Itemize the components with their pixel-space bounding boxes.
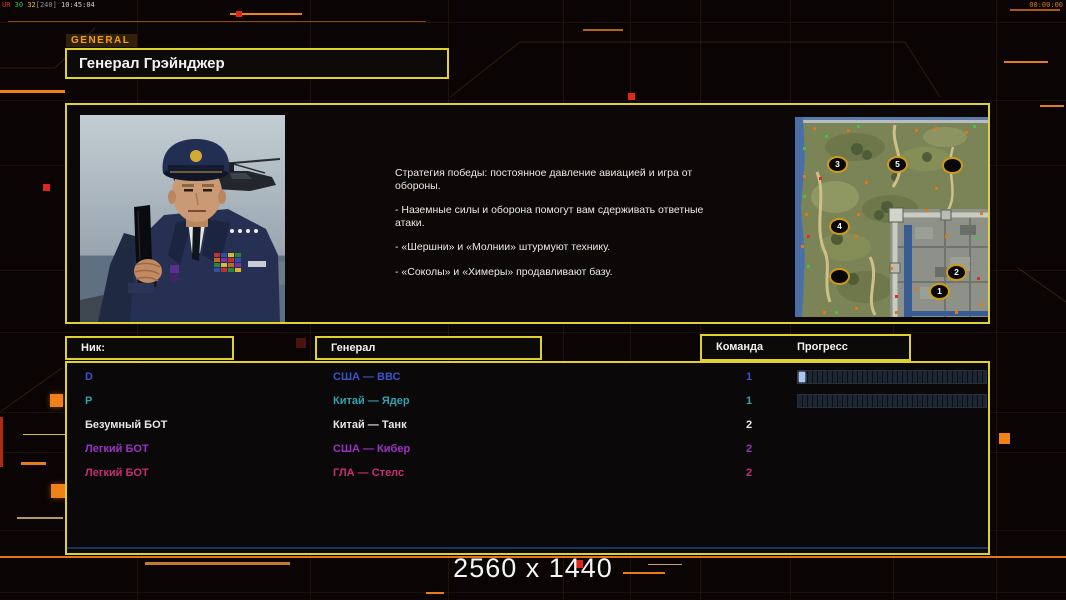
nick-header-label: Ник: <box>81 342 105 354</box>
load-progress-fill <box>799 372 805 382</box>
deco-square <box>43 184 50 191</box>
start-position-marker: 5 <box>887 156 908 173</box>
accent-line <box>0 90 65 93</box>
table-row: Легкий БОТ США — Кибер 2 <box>67 438 988 462</box>
accent-line <box>1004 61 1048 63</box>
minimap-terrain <box>795 117 988 317</box>
player-general: Китай — Танк <box>333 419 407 431</box>
accent-line <box>21 462 46 465</box>
accent-line <box>0 417 3 467</box>
player-team: 2 <box>745 419 753 431</box>
perf-time: 10:45:04 <box>61 1 95 9</box>
deco-square <box>296 338 306 348</box>
load-progress-bar <box>797 394 987 408</box>
player-list: D США — ВВС 1 P Китай — Ядер 1 Безумный БОТ Кит… <box>65 361 990 555</box>
player-general: США — ВВС <box>333 371 401 383</box>
player-nick: Легкий БОТ <box>85 443 149 455</box>
player-team: 2 <box>745 443 753 455</box>
player-team: 1 <box>745 395 753 407</box>
player-nick: Безумный БОТ <box>85 419 168 431</box>
table-row: P Китай — Ядер 1 <box>67 390 988 414</box>
column-header-team-progress: Команда Прогресс <box>700 334 911 361</box>
perf-limit: [240] <box>35 1 57 9</box>
column-header-general: Генерал <box>315 336 542 360</box>
deco-square <box>51 484 65 498</box>
start-position-marker: 2 <box>946 264 967 281</box>
performance-overlay: UR 30 32[240] 10:45:04 <box>2 1 95 9</box>
table-row: D США — ВВС 1 <box>67 366 988 390</box>
start-position-marker: 1 <box>929 283 950 300</box>
team-header-label: Команда <box>716 341 764 353</box>
progress-header-label: Прогресс <box>797 341 848 353</box>
player-general: США — Кибер <box>333 443 411 455</box>
match-timer: 00:00:00 <box>1029 1 1063 9</box>
player-general: Китай — Ядер <box>333 395 410 407</box>
perf-fps-b: 32 <box>27 1 36 9</box>
accent-line <box>426 592 444 594</box>
table-row: Легкий БОТ ГЛА — Стелс 2 <box>67 462 988 486</box>
column-header-nick: Ник: <box>65 336 234 360</box>
general-name-box: Генерал Грэйнджер <box>65 48 449 79</box>
start-position-marker: 4 <box>829 218 850 235</box>
general-info-panel: Стратегия победы: постоянное давление ав… <box>65 103 990 324</box>
player-team: 2 <box>745 467 753 479</box>
briefing-paragraph: - «Шершни» и «Молнии» штурмуют технику. <box>395 241 611 253</box>
general-header-label: Генерал <box>331 342 376 354</box>
divider-line <box>67 547 988 549</box>
map-preview: 3 5 4 2 1 <box>795 117 988 317</box>
briefing-paragraph: Стратегия победы: постоянное давление ав… <box>395 167 693 192</box>
start-position-marker: 3 <box>827 156 848 173</box>
player-general: ГЛА — Стелс <box>333 467 405 479</box>
player-nick: P <box>85 395 93 407</box>
resolution-watermark: 2560 x 1440 <box>453 553 613 583</box>
load-progress-bar <box>797 370 987 384</box>
briefing-paragraph: - «Соколы» и «Химеры» продавливают базу. <box>395 265 613 278</box>
accent-line <box>8 21 426 22</box>
strategy-briefing: Стратегия победы: постоянное давление ав… <box>395 167 705 290</box>
player-nick: D <box>85 371 93 383</box>
start-position-marker <box>829 268 850 285</box>
accent-line <box>17 517 63 519</box>
player-nick: Легкий БОТ <box>85 467 149 479</box>
briefing-paragraph: - Наземные силы и оборона помогут вам сд… <box>395 204 704 229</box>
accent-line <box>1010 9 1060 11</box>
accent-line <box>23 434 69 435</box>
perf-label: UR <box>2 1 11 9</box>
deco-square <box>236 11 242 17</box>
portrait-illustration <box>80 115 285 322</box>
loading-screen: UR 30 32[240] 10:45:04 00:00:00 GENERAL … <box>0 0 1066 600</box>
general-name: Генерал Грэйнджер <box>79 55 225 72</box>
player-team: 1 <box>745 371 753 383</box>
perf-fps-a: 30 <box>14 1 24 9</box>
deco-square <box>50 394 63 407</box>
deco-square <box>628 93 635 100</box>
general-tab-label: GENERAL <box>66 34 138 48</box>
accent-line <box>1040 105 1064 107</box>
table-row: Безумный БОТ Китай — Танк 2 <box>67 414 988 438</box>
deco-square <box>999 433 1010 444</box>
start-position-marker <box>942 157 963 174</box>
general-portrait <box>80 115 285 322</box>
